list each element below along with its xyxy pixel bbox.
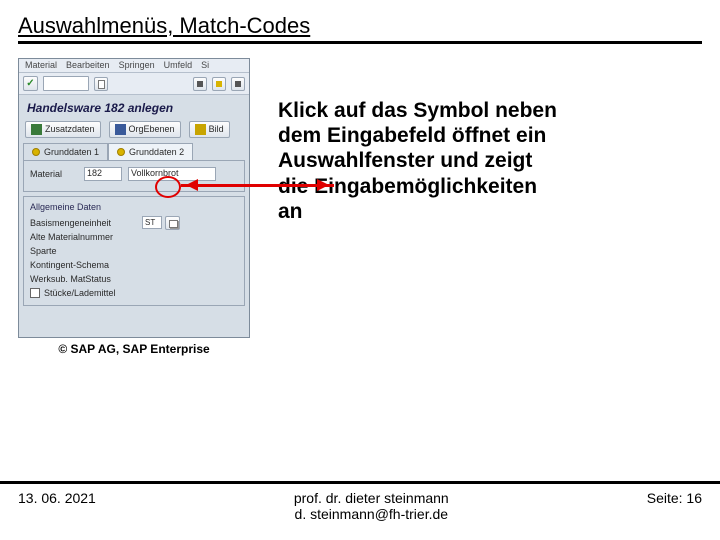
checkbox-icon[interactable]: [30, 288, 40, 298]
tab-grunddaten-2[interactable]: Grunddaten 2: [108, 143, 193, 160]
command-field[interactable]: [43, 76, 89, 91]
footer-author: prof. dr. dieter steinmann: [96, 490, 647, 506]
image-caption: © SAP AG, SAP Enterprise: [18, 342, 250, 356]
uom-input[interactable]: ST: [142, 216, 162, 229]
sap-menu-bar: MaterialBearbeitenSpringenUmfeldSi: [19, 59, 249, 73]
btn-zusatzdaten[interactable]: Zusatzdaten: [25, 121, 101, 138]
footer-email: d. steinmann@fh-trier.de: [96, 506, 647, 522]
material-input[interactable]: 182: [84, 167, 122, 181]
slide-footer: 13. 06. 2021 prof. dr. dieter steinmann …: [0, 481, 720, 522]
explanation-text: Klick auf das Symbol neben dem Eingabefe…: [278, 98, 566, 224]
sap-tabstrip: Grunddaten 1 Grunddaten 2: [23, 143, 245, 160]
nav-end-icon[interactable]: [231, 77, 245, 91]
btn-orgebenen[interactable]: OrgEbenen: [109, 121, 181, 138]
matchcode-button[interactable]: [165, 216, 180, 230]
nav-next-icon[interactable]: [212, 77, 226, 91]
page-icon[interactable]: [94, 77, 108, 91]
tab-grunddaten-1[interactable]: Grunddaten 1: [23, 143, 108, 160]
ok-icon[interactable]: [23, 76, 38, 91]
material-label: Material: [30, 169, 78, 179]
sap-screenshot: MaterialBearbeitenSpringenUmfeldSi Hande…: [18, 58, 250, 338]
slide-title: Auswahlmenüs, Match-Codes: [18, 13, 702, 44]
nav-prev-icon[interactable]: [193, 77, 207, 91]
sap-toolbar-2: Zusatzdaten OrgEbenen Bild: [19, 118, 249, 140]
material-desc-input[interactable]: Vollkornbrot: [128, 167, 216, 181]
arrow-annotation: [181, 184, 334, 187]
sap-window-header: Handelsware 182 anlegen: [19, 95, 249, 118]
footer-date: 13. 06. 2021: [18, 490, 96, 506]
footer-page: Seite: 16: [647, 490, 702, 506]
sap-toolbar-1: [19, 73, 249, 95]
btn-bild[interactable]: Bild: [189, 121, 230, 138]
group-allgemeine-daten: Allgemeine Daten Basismengeneinheit ST A…: [23, 196, 245, 306]
